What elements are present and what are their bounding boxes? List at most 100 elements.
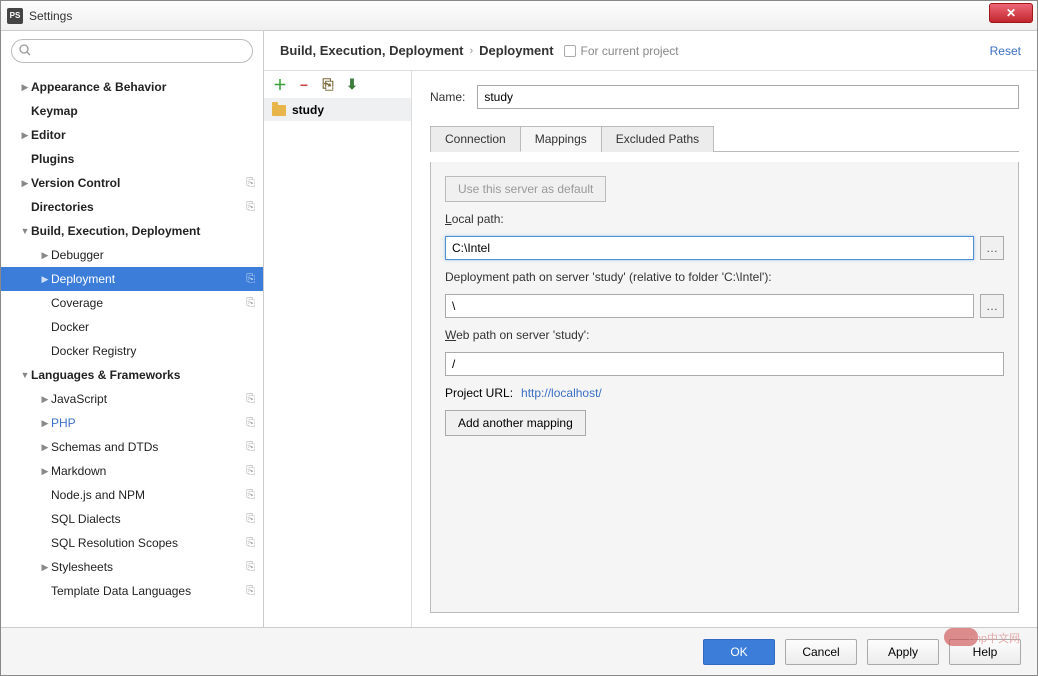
server-list[interactable]: study bbox=[264, 99, 411, 627]
close-icon: ✕ bbox=[1006, 6, 1016, 20]
search-input[interactable] bbox=[11, 39, 253, 63]
help-button[interactable]: Help bbox=[949, 639, 1021, 665]
server-item[interactable]: study bbox=[264, 99, 411, 121]
tree-item-deployment[interactable]: ▶Deployment⎘ bbox=[1, 267, 263, 291]
titlebar: PS Settings ✕ bbox=[1, 1, 1037, 31]
browse-local-button[interactable]: … bbox=[980, 236, 1004, 260]
tree-item-stylesheets[interactable]: ▶Stylesheets⎘ bbox=[1, 555, 263, 579]
use-as-default-button[interactable]: Use this server as default bbox=[445, 176, 606, 202]
tree-item-label: Editor bbox=[31, 128, 255, 142]
tree-item-plugins[interactable]: Plugins bbox=[1, 147, 263, 171]
tree-item-label: Markdown bbox=[51, 464, 246, 478]
tree-item-keymap[interactable]: Keymap bbox=[1, 99, 263, 123]
tree-item-label: Languages & Frameworks bbox=[31, 368, 255, 382]
tree-item-build-execution-deployment[interactable]: ▼Build, Execution, Deployment bbox=[1, 219, 263, 243]
tree-arrow-icon: ▶ bbox=[39, 274, 51, 285]
tabs: Connection Mappings Excluded Paths bbox=[430, 125, 1019, 152]
scope-label: For current project bbox=[581, 44, 679, 58]
tree-item-directories[interactable]: Directories⎘ bbox=[1, 195, 263, 219]
tree-item-label: Plugins bbox=[31, 152, 255, 166]
project-badge-icon: ⎘ bbox=[246, 537, 255, 550]
add-server-icon[interactable]: ＋ bbox=[272, 77, 288, 93]
tree-item-template-data-languages[interactable]: Template Data Languages⎘ bbox=[1, 579, 263, 603]
web-path-input[interactable] bbox=[445, 352, 1004, 376]
server-name: study bbox=[292, 103, 324, 117]
tree-item-sql-resolution-scopes[interactable]: SQL Resolution Scopes⎘ bbox=[1, 531, 263, 555]
project-url-label: Project URL: bbox=[445, 386, 513, 400]
tree-arrow-icon: ▶ bbox=[39, 418, 51, 429]
project-badge-icon: ⎘ bbox=[246, 585, 255, 598]
tree-item-label: Keymap bbox=[31, 104, 255, 118]
project-badge-icon: ⎘ bbox=[246, 441, 255, 454]
add-mapping-button[interactable]: Add another mapping bbox=[445, 410, 586, 436]
chevron-right-icon: › bbox=[469, 45, 473, 57]
download-icon[interactable]: ⬇ bbox=[344, 77, 360, 93]
deployment-form: Name: Connection Mappings Excluded Paths… bbox=[412, 71, 1037, 627]
local-path-input[interactable] bbox=[445, 236, 974, 260]
tree-item-label: Debugger bbox=[51, 248, 255, 262]
browse-deployment-button[interactable]: … bbox=[980, 294, 1004, 318]
close-button[interactable]: ✕ bbox=[989, 3, 1033, 23]
apply-button[interactable]: Apply bbox=[867, 639, 939, 665]
cancel-button[interactable]: Cancel bbox=[785, 639, 857, 665]
tree-item-schemas-and-dtds[interactable]: ▶Schemas and DTDs⎘ bbox=[1, 435, 263, 459]
web-path-label: Web path on server 'study': bbox=[445, 328, 1004, 342]
app-icon: PS bbox=[7, 8, 23, 24]
project-scope-icon bbox=[564, 45, 576, 57]
breadcrumb: Build, Execution, Deployment › Deploymen… bbox=[264, 31, 1037, 71]
tree-item-label: Stylesheets bbox=[51, 560, 246, 574]
tree-item-label: JavaScript bbox=[51, 392, 246, 406]
tree-arrow-icon: ▼ bbox=[19, 370, 31, 380]
tree-item-languages-frameworks[interactable]: ▼Languages & Frameworks bbox=[1, 363, 263, 387]
tree-item-coverage[interactable]: Coverage⎘ bbox=[1, 291, 263, 315]
tree-arrow-icon: ▶ bbox=[39, 442, 51, 453]
tree-item-sql-dialects[interactable]: SQL Dialects⎘ bbox=[1, 507, 263, 531]
ok-button[interactable]: OK bbox=[703, 639, 775, 665]
tree-item-docker[interactable]: Docker bbox=[1, 315, 263, 339]
tree-item-label: SQL Resolution Scopes bbox=[51, 536, 246, 550]
tree-item-label: Schemas and DTDs bbox=[51, 440, 246, 454]
tree-item-editor[interactable]: ▶Editor bbox=[1, 123, 263, 147]
tree-arrow-icon: ▶ bbox=[39, 466, 51, 477]
tree-item-php[interactable]: ▶PHP⎘ bbox=[1, 411, 263, 435]
server-toolbar: ＋ − ⎘ ⬇ bbox=[264, 71, 411, 99]
breadcrumb-part: Build, Execution, Deployment bbox=[280, 43, 463, 58]
tree-arrow-icon: ▼ bbox=[19, 226, 31, 236]
settings-tree[interactable]: ▶Appearance & BehaviorKeymap▶EditorPlugi… bbox=[1, 71, 263, 627]
project-badge-icon: ⎘ bbox=[246, 201, 255, 214]
deployment-path-label: Deployment path on server 'study' (relat… bbox=[445, 270, 1004, 284]
tree-arrow-icon: ▶ bbox=[19, 178, 31, 189]
tab-mappings[interactable]: Mappings bbox=[520, 126, 602, 152]
name-input[interactable] bbox=[477, 85, 1019, 109]
tree-arrow-icon: ▶ bbox=[39, 394, 51, 405]
deployment-path-input[interactable] bbox=[445, 294, 974, 318]
tree-item-label: Docker bbox=[51, 320, 255, 334]
tree-item-node-js-and-npm[interactable]: Node.js and NPM⎘ bbox=[1, 483, 263, 507]
sidebar: ▶Appearance & BehaviorKeymap▶EditorPlugi… bbox=[1, 31, 264, 627]
project-badge-icon: ⎘ bbox=[246, 177, 255, 190]
tree-item-javascript[interactable]: ▶JavaScript⎘ bbox=[1, 387, 263, 411]
tree-item-docker-registry[interactable]: Docker Registry bbox=[1, 339, 263, 363]
copy-server-icon[interactable]: ⎘ bbox=[320, 77, 336, 93]
project-url-link[interactable]: http://localhost/ bbox=[521, 386, 602, 400]
window-title: Settings bbox=[29, 9, 72, 23]
tree-item-label: Appearance & Behavior bbox=[31, 80, 255, 94]
tree-item-debugger[interactable]: ▶Debugger bbox=[1, 243, 263, 267]
project-badge-icon: ⎘ bbox=[246, 417, 255, 430]
tab-excluded-paths[interactable]: Excluded Paths bbox=[601, 126, 714, 152]
tab-connection[interactable]: Connection bbox=[430, 126, 521, 152]
tree-item-version-control[interactable]: ▶Version Control⎘ bbox=[1, 171, 263, 195]
tree-item-markdown[interactable]: ▶Markdown⎘ bbox=[1, 459, 263, 483]
project-badge-icon: ⎘ bbox=[246, 561, 255, 574]
project-badge-icon: ⎘ bbox=[246, 273, 255, 286]
dialog-button-bar: OK Cancel Apply Help bbox=[1, 627, 1037, 675]
tree-item-label: Template Data Languages bbox=[51, 584, 246, 598]
remove-server-icon[interactable]: − bbox=[296, 77, 312, 93]
tree-item-label: Docker Registry bbox=[51, 344, 255, 358]
project-badge-icon: ⎘ bbox=[246, 465, 255, 478]
reset-link[interactable]: Reset bbox=[990, 44, 1021, 58]
tree-arrow-icon: ▶ bbox=[39, 250, 51, 261]
tree-item-appearance-behavior[interactable]: ▶Appearance & Behavior bbox=[1, 75, 263, 99]
tree-item-label: Deployment bbox=[51, 272, 246, 286]
tab-content-mappings: Use this server as default Local path: …… bbox=[430, 162, 1019, 613]
